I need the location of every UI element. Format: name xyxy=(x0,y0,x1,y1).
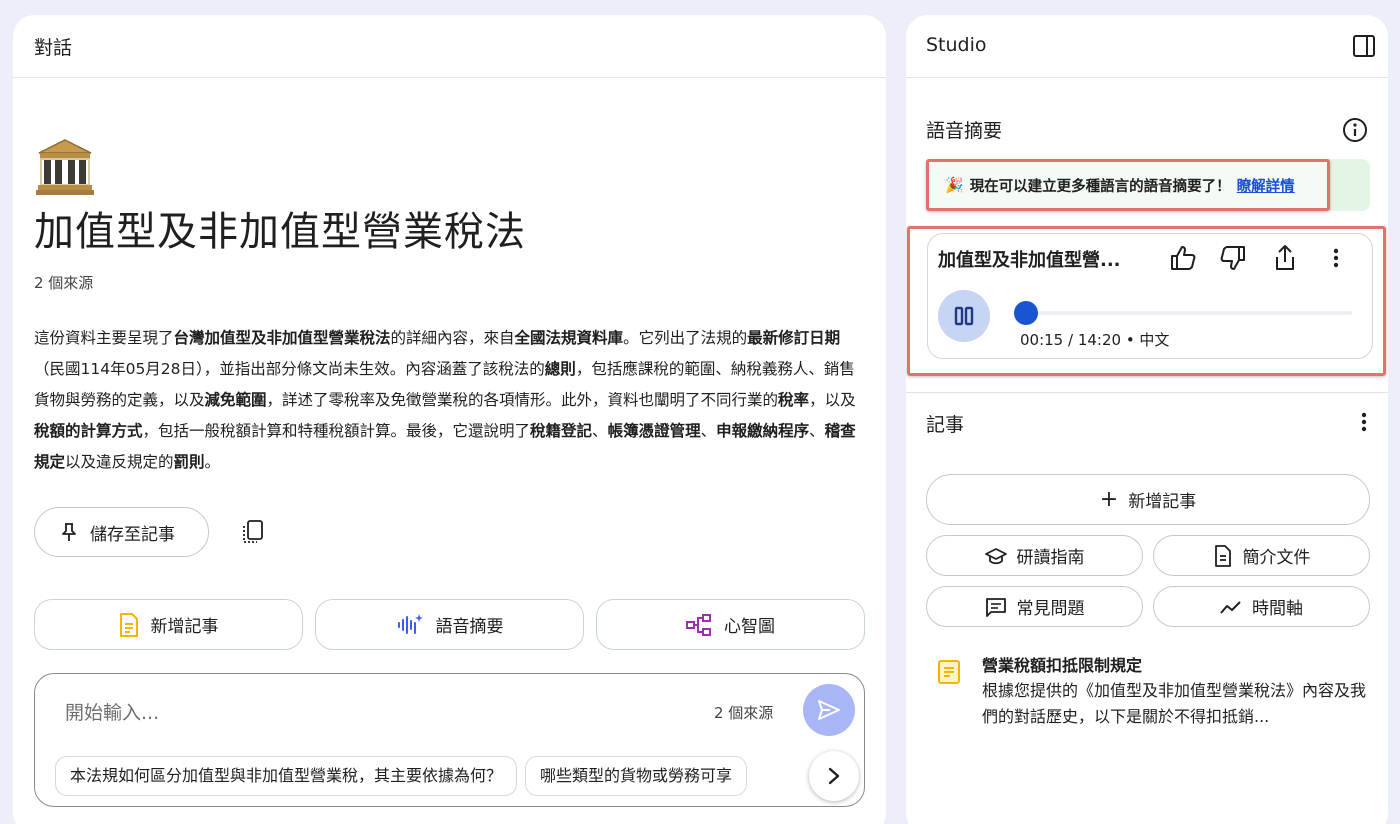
summary-highlight: 最新修訂日期 xyxy=(747,329,841,347)
summary-text: 。它列出了法規的 xyxy=(623,329,748,347)
summary-text: 這份資料主要呈現了 xyxy=(34,329,174,347)
faq-button[interactable]: 常見問題 xyxy=(926,586,1143,627)
more-vert-icon[interactable] xyxy=(1352,410,1376,434)
suggestion-chips: 本法規如何區分加值型與非加值型營業稅，其主要依據為何？ 哪些類型的貨物或勞務可享 xyxy=(55,756,845,798)
pause-button[interactable] xyxy=(938,290,990,342)
summary-text: 、 xyxy=(700,422,717,440)
pause-icon xyxy=(954,306,974,326)
audio-overview-action-label: 語音摘要 xyxy=(435,617,504,637)
note-snippet: 根據您提供的《加值型及非加值型營業稅法》內容及我們的對話歷史，以下是關於不得扣抵… xyxy=(982,681,1367,726)
send-button[interactable] xyxy=(803,684,855,736)
audio-progress-knob[interactable] xyxy=(1013,301,1038,325)
audio-overview-action-button[interactable]: 語音摘要 xyxy=(315,599,584,650)
summary-text: 以及違反規定的 xyxy=(65,453,174,471)
pin-icon xyxy=(62,523,76,541)
add-note-label: 新增記事 xyxy=(1128,492,1197,512)
summary-highlight: 帳簿憑證管理 xyxy=(607,422,701,440)
faq-icon xyxy=(985,597,1006,617)
timeline-icon xyxy=(1220,600,1241,614)
summary-text: ，詳述了零稅率及免徵營業稅的各項情形。此外，資料也闡明了不同行業的 xyxy=(266,391,779,409)
briefing-doc-button[interactable]: 簡介文件 xyxy=(1153,535,1370,576)
notebook-title: 加值型及非加值型營業稅法 xyxy=(34,209,526,255)
add-note-action-button[interactable]: 新增記事 xyxy=(34,599,303,650)
languages-banner-highlight: 🎉 現在可以建立更多種語言的語音摘要了！ 瞭解詳情 xyxy=(926,159,1330,211)
study-guide-label: 研讀指南 xyxy=(1016,548,1085,568)
summary-text: ，包括一般稅額計算和特種稅額計算。最後，它還說明了 xyxy=(142,422,531,440)
chevron-right-icon xyxy=(828,767,840,785)
chat-composer[interactable]: 開始輸入... 2 個來源 本法規如何區分加值型與非加值型營業稅，其主要依據為何… xyxy=(34,673,865,807)
audio-wave-icon xyxy=(397,613,423,634)
mind-map-icon xyxy=(686,613,711,636)
studio-divider xyxy=(906,77,1388,78)
studio-title: Studio xyxy=(926,34,987,56)
note-title: 營業稅額扣抵限制規定 xyxy=(982,656,1143,675)
study-guide-button[interactable]: 研讀指南 xyxy=(926,535,1143,576)
summary-text: ，以及 xyxy=(809,391,856,409)
add-note-action-label: 新增記事 xyxy=(150,617,219,637)
chat-panel: 對話 加值型及非加值型營業稅法 2 個來源 這份資料主要呈現了台灣加值型及非加值… xyxy=(13,15,886,824)
audio-title: 加值型及非加值型營... xyxy=(938,250,1121,271)
faq-label: 常見問題 xyxy=(1016,599,1085,619)
chat-header-title: 對話 xyxy=(34,36,73,59)
studio-panel: Studio 語音摘要 🎉 現在可以建立更多種語言的語音摘要了！ 瞭解詳情 加值型… xyxy=(906,15,1388,824)
summary-text: 、 xyxy=(592,422,608,440)
info-icon[interactable] xyxy=(1342,117,1368,143)
timeline-button[interactable]: 時間軸 xyxy=(1153,586,1370,627)
collapse-panel-icon[interactable] xyxy=(1352,34,1376,58)
summary-highlight: 申報繳納程序 xyxy=(716,422,810,440)
send-icon xyxy=(818,700,840,720)
summary-highlight: 減免範圍 xyxy=(204,391,267,409)
source-count: 2 個來源 xyxy=(34,274,94,292)
share-icon[interactable] xyxy=(1270,243,1300,273)
composer-source-count: 2 個來源 xyxy=(714,704,774,722)
studio-divider xyxy=(906,392,1388,393)
summary-highlight: 稅籍登記 xyxy=(530,422,593,440)
summary-highlight: 台灣加值型及非加值型營業稅法 xyxy=(173,329,391,347)
chat-header: 對話 xyxy=(13,15,886,78)
summary-highlight: 全國法規資料庫 xyxy=(514,329,624,347)
audio-progress-track[interactable] xyxy=(1020,311,1352,315)
thumbs-up-icon[interactable] xyxy=(1168,243,1198,273)
mind-map-action-label: 心智圖 xyxy=(724,617,775,637)
summary-highlight: 稅率 xyxy=(778,391,810,409)
audio-time: 00:15 / 14:20 • 中文 xyxy=(1020,331,1170,349)
mind-map-action-button[interactable]: 心智圖 xyxy=(596,599,865,650)
next-suggestions-button[interactable] xyxy=(809,751,859,801)
add-note-button[interactable]: + 新增記事 xyxy=(926,474,1370,525)
banner-text: 現在可以建立更多種語言的語音摘要了！ xyxy=(969,178,1231,195)
graduation-cap-icon xyxy=(984,547,1007,564)
save-to-notes-label: 儲存至記事 xyxy=(90,524,175,545)
note-icon xyxy=(119,612,138,637)
languages-banner: 🎉 現在可以建立更多種語言的語音摘要了！ 瞭解詳情 xyxy=(926,159,1370,211)
document-icon xyxy=(1214,544,1231,567)
learn-more-link[interactable]: 瞭解詳情 xyxy=(1237,175,1295,196)
party-popper-icon: 🎉 xyxy=(945,176,964,194)
classical-building-icon xyxy=(36,139,94,195)
save-to-notes-button[interactable]: 儲存至記事 xyxy=(34,507,209,557)
suggestion-chip[interactable]: 哪些類型的貨物或勞務可享 xyxy=(525,756,748,796)
timeline-label: 時間軸 xyxy=(1252,599,1303,619)
plus-icon: + xyxy=(1099,486,1119,512)
audio-overview-title: 語音摘要 xyxy=(926,120,1003,142)
chat-input-placeholder[interactable]: 開始輸入... xyxy=(65,698,159,725)
quick-action-row: 新增記事 語音摘要 心智圖 xyxy=(34,599,865,650)
thumbs-down-icon[interactable] xyxy=(1218,243,1248,273)
more-vert-icon[interactable] xyxy=(1321,243,1351,273)
summary-highlight: 罰則 xyxy=(173,453,205,471)
summary-highlight: 總則 xyxy=(544,360,576,378)
note-icon xyxy=(938,660,960,684)
notes-title: 記事 xyxy=(926,414,965,436)
summary-text: 的詳細內容，來自 xyxy=(390,329,515,347)
suggestion-chip[interactable]: 本法規如何區分加值型與非加值型營業稅，其主要依據為何？ xyxy=(55,756,518,796)
summary-text: （民國114年05月28日），並指出部分條文尚未生效。內容涵蓋了該稅法的 xyxy=(34,360,545,378)
source-summary: 這份資料主要呈現了台灣加值型及非加值型營業稅法的詳細內容，來自全國法規資料庫。它… xyxy=(34,323,864,478)
summary-highlight: 稅額的計算方式 xyxy=(34,422,143,440)
briefing-doc-label: 簡介文件 xyxy=(1242,548,1311,568)
summary-text: 。 xyxy=(204,453,221,471)
summary-text: 、 xyxy=(809,422,825,440)
copy-icon[interactable] xyxy=(239,518,267,546)
audio-overview-card: 加值型及非加值型營... 00:15 / 14:20 • 中文 xyxy=(927,233,1373,359)
